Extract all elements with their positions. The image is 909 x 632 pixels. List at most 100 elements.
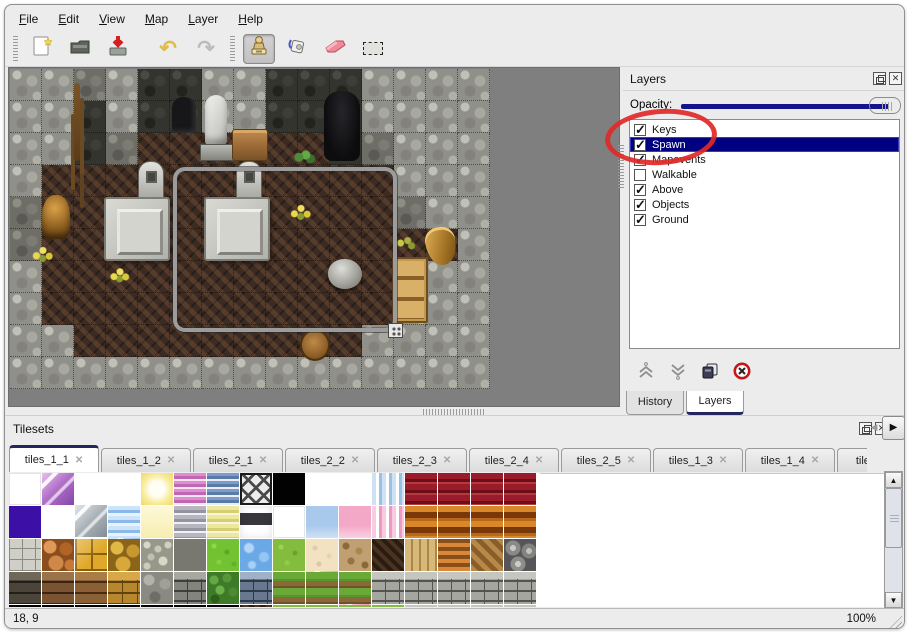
map-tile[interactable]: [138, 357, 170, 389]
close-tab-icon[interactable]: ✕: [535, 455, 543, 466]
map-tile[interactable]: [74, 229, 106, 261]
palette-tile-black[interactable]: [207, 605, 239, 607]
palette-tile-white[interactable]: [273, 506, 305, 538]
palette-tile-pebbles[interactable]: [141, 539, 173, 571]
palette-tile-carpet-red[interactable]: [405, 473, 437, 505]
dock-tab-layers[interactable]: Layers: [686, 391, 744, 415]
map-view[interactable]: [8, 67, 620, 407]
tileset-tab-tiles_1_1[interactable]: tiles_1_1✕: [9, 445, 99, 472]
map-tile[interactable]: [426, 293, 458, 325]
layer-row-spawn[interactable]: Spawn: [630, 137, 899, 152]
close-tab-icon[interactable]: ✕: [351, 455, 359, 466]
map-tile[interactable]: [330, 357, 362, 389]
palette-tile-carpet-red[interactable]: [471, 473, 503, 505]
map-tile[interactable]: [106, 293, 138, 325]
palette-tile-brick-gray2[interactable]: [372, 572, 404, 604]
close-tab-icon[interactable]: ✕: [627, 455, 635, 466]
map-tile[interactable]: [362, 133, 394, 165]
palette-tile-sand[interactable]: [306, 539, 338, 571]
palette-tile-black[interactable]: [42, 605, 74, 607]
tileset-tab-tiles_1_[interactable]: tiles_1_✕: [837, 448, 867, 472]
map-tile[interactable]: [458, 197, 490, 229]
map-tile[interactable]: [42, 165, 74, 197]
palette-tile-hedge[interactable]: [207, 572, 239, 604]
palette-tile-pale-yellow[interactable]: [141, 506, 173, 538]
map-tile[interactable]: [106, 165, 138, 197]
palette-tile-plaque-dark[interactable]: [240, 506, 272, 538]
close-tab-icon[interactable]: ✕: [167, 455, 175, 466]
map-tile[interactable]: [426, 101, 458, 133]
palette-tile-grass-mid[interactable]: [273, 539, 305, 571]
map-tile[interactable]: [42, 357, 74, 389]
palette-tile-cobble-orange[interactable]: [42, 539, 74, 571]
map-tile[interactable]: [426, 261, 458, 293]
select-tool-button[interactable]: [357, 34, 389, 64]
palette-tile-blue-flat[interactable]: [306, 506, 338, 538]
map-tile[interactable]: [74, 357, 106, 389]
close-tab-icon[interactable]: ✕: [259, 455, 267, 466]
layer-row-above[interactable]: Above: [630, 182, 899, 197]
map-tile[interactable]: [42, 133, 74, 165]
palette-tile-stripes-yellow[interactable]: [207, 506, 239, 538]
map-tile[interactable]: [138, 325, 170, 357]
map-tile[interactable]: [458, 293, 490, 325]
map-tile[interactable]: [106, 357, 138, 389]
palette-tile-brick-gray2[interactable]: [438, 605, 470, 607]
stamp-tool-button[interactable]: [243, 34, 275, 64]
map-tile[interactable]: [10, 197, 42, 229]
palette-tile-stripes-orange[interactable]: [504, 506, 536, 538]
map-tile[interactable]: [10, 133, 42, 165]
map-tile[interactable]: [10, 101, 42, 133]
palette-tile-dirt[interactable]: [339, 539, 371, 571]
palette-tile-pink-flat[interactable]: [339, 506, 371, 538]
open-map-button[interactable]: [64, 34, 96, 64]
scrollbar-thumb[interactable]: [885, 488, 902, 548]
eraser-tool-button[interactable]: [319, 34, 351, 64]
palette-tile-wall-dark[interactable]: [9, 572, 41, 604]
map-tile[interactable]: [138, 293, 170, 325]
float-panel-icon[interactable]: [873, 72, 886, 85]
map-tile[interactable]: [458, 325, 490, 357]
palette-tile-wall-brown[interactable]: [42, 572, 74, 604]
map-tile[interactable]: [10, 293, 42, 325]
palette-tile-brick-gray2[interactable]: [504, 572, 536, 604]
menu-file[interactable]: File: [9, 9, 48, 29]
map-tile[interactable]: [138, 101, 170, 133]
palette-tile-brick-gray2[interactable]: [405, 572, 437, 604]
duplicate-layer-button[interactable]: [699, 360, 721, 382]
layer-row-keys[interactable]: Keys: [630, 122, 899, 137]
map-tile[interactable]: [394, 101, 426, 133]
palette-tile-water-blue[interactable]: [240, 539, 272, 571]
tileset-tab-tiles_2_2[interactable]: tiles_2_2✕: [285, 448, 375, 472]
palette-tile-black[interactable]: [75, 605, 107, 607]
map-tile[interactable]: [458, 101, 490, 133]
palette-tile-brick-gray[interactable]: [174, 572, 206, 604]
palette-tile-stones-gray[interactable]: [174, 539, 206, 571]
map-tile[interactable]: [266, 357, 298, 389]
palette-tile-curtain-pink[interactable]: [372, 506, 404, 538]
layer-row-mapevents[interactable]: Mapevents: [630, 152, 899, 167]
layer-row-walkable[interactable]: Walkable: [630, 167, 899, 182]
palette-tile-weave-orange[interactable]: [438, 539, 470, 571]
menu-map[interactable]: Map: [135, 9, 178, 29]
palette-tile-brick-gray2[interactable]: [471, 572, 503, 604]
palette-tile-planks[interactable]: [405, 539, 437, 571]
tileset-tab-tiles_2_5[interactable]: tiles_2_5✕: [561, 448, 651, 472]
palette-tile-carpet-red[interactable]: [504, 473, 536, 505]
palette-tile-herringbone[interactable]: [471, 539, 503, 571]
palette-tile-brick-gray2[interactable]: [405, 605, 437, 607]
map-tile[interactable]: [426, 357, 458, 389]
map-tile[interactable]: [10, 165, 42, 197]
palette-tile-grass-mid[interactable]: [273, 605, 305, 607]
palette-scrollbar[interactable]: ▲ ▼: [884, 471, 903, 609]
new-map-button[interactable]: [26, 34, 58, 64]
opacity-slider-handle[interactable]: [869, 97, 901, 114]
palette-tile-stone-blocks[interactable]: [9, 539, 41, 571]
palette-tile-glow-yellow[interactable]: [141, 473, 173, 505]
palette-tile-carpet-red[interactable]: [438, 473, 470, 505]
palette-tile-brick-gray2[interactable]: [438, 572, 470, 604]
map-tile[interactable]: [42, 325, 74, 357]
menu-view[interactable]: View: [89, 9, 135, 29]
palette-tile-grass-mid[interactable]: [306, 605, 338, 607]
tab-scroll-left-icon[interactable]: ◀: [868, 416, 880, 438]
